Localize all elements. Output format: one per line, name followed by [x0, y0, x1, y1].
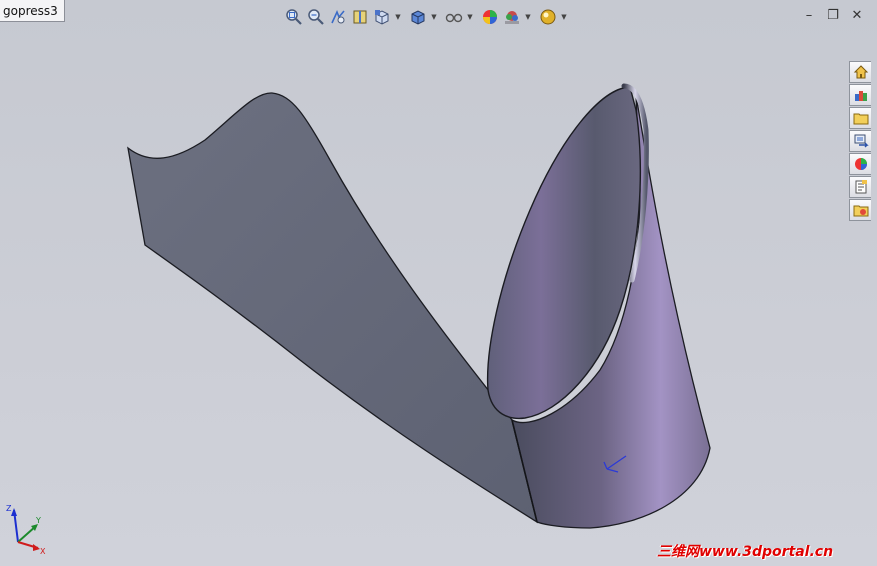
reference-triad: Z Y X	[4, 502, 48, 560]
model-view[interactable]	[0, 0, 877, 566]
graphics-area[interactable]: gopress3 ▼ ▼ ▼ ▼ ▼ – ❐ ✕ Z Y X 三维网www.3d…	[0, 0, 877, 566]
triad-z-label: Z	[6, 504, 12, 513]
flat-sheet-surface[interactable]	[127, 92, 539, 524]
triad-x-label: X	[40, 547, 46, 556]
watermark: 三维网www.3dportal.cn	[657, 544, 834, 560]
triad-y-label: Y	[35, 516, 41, 525]
